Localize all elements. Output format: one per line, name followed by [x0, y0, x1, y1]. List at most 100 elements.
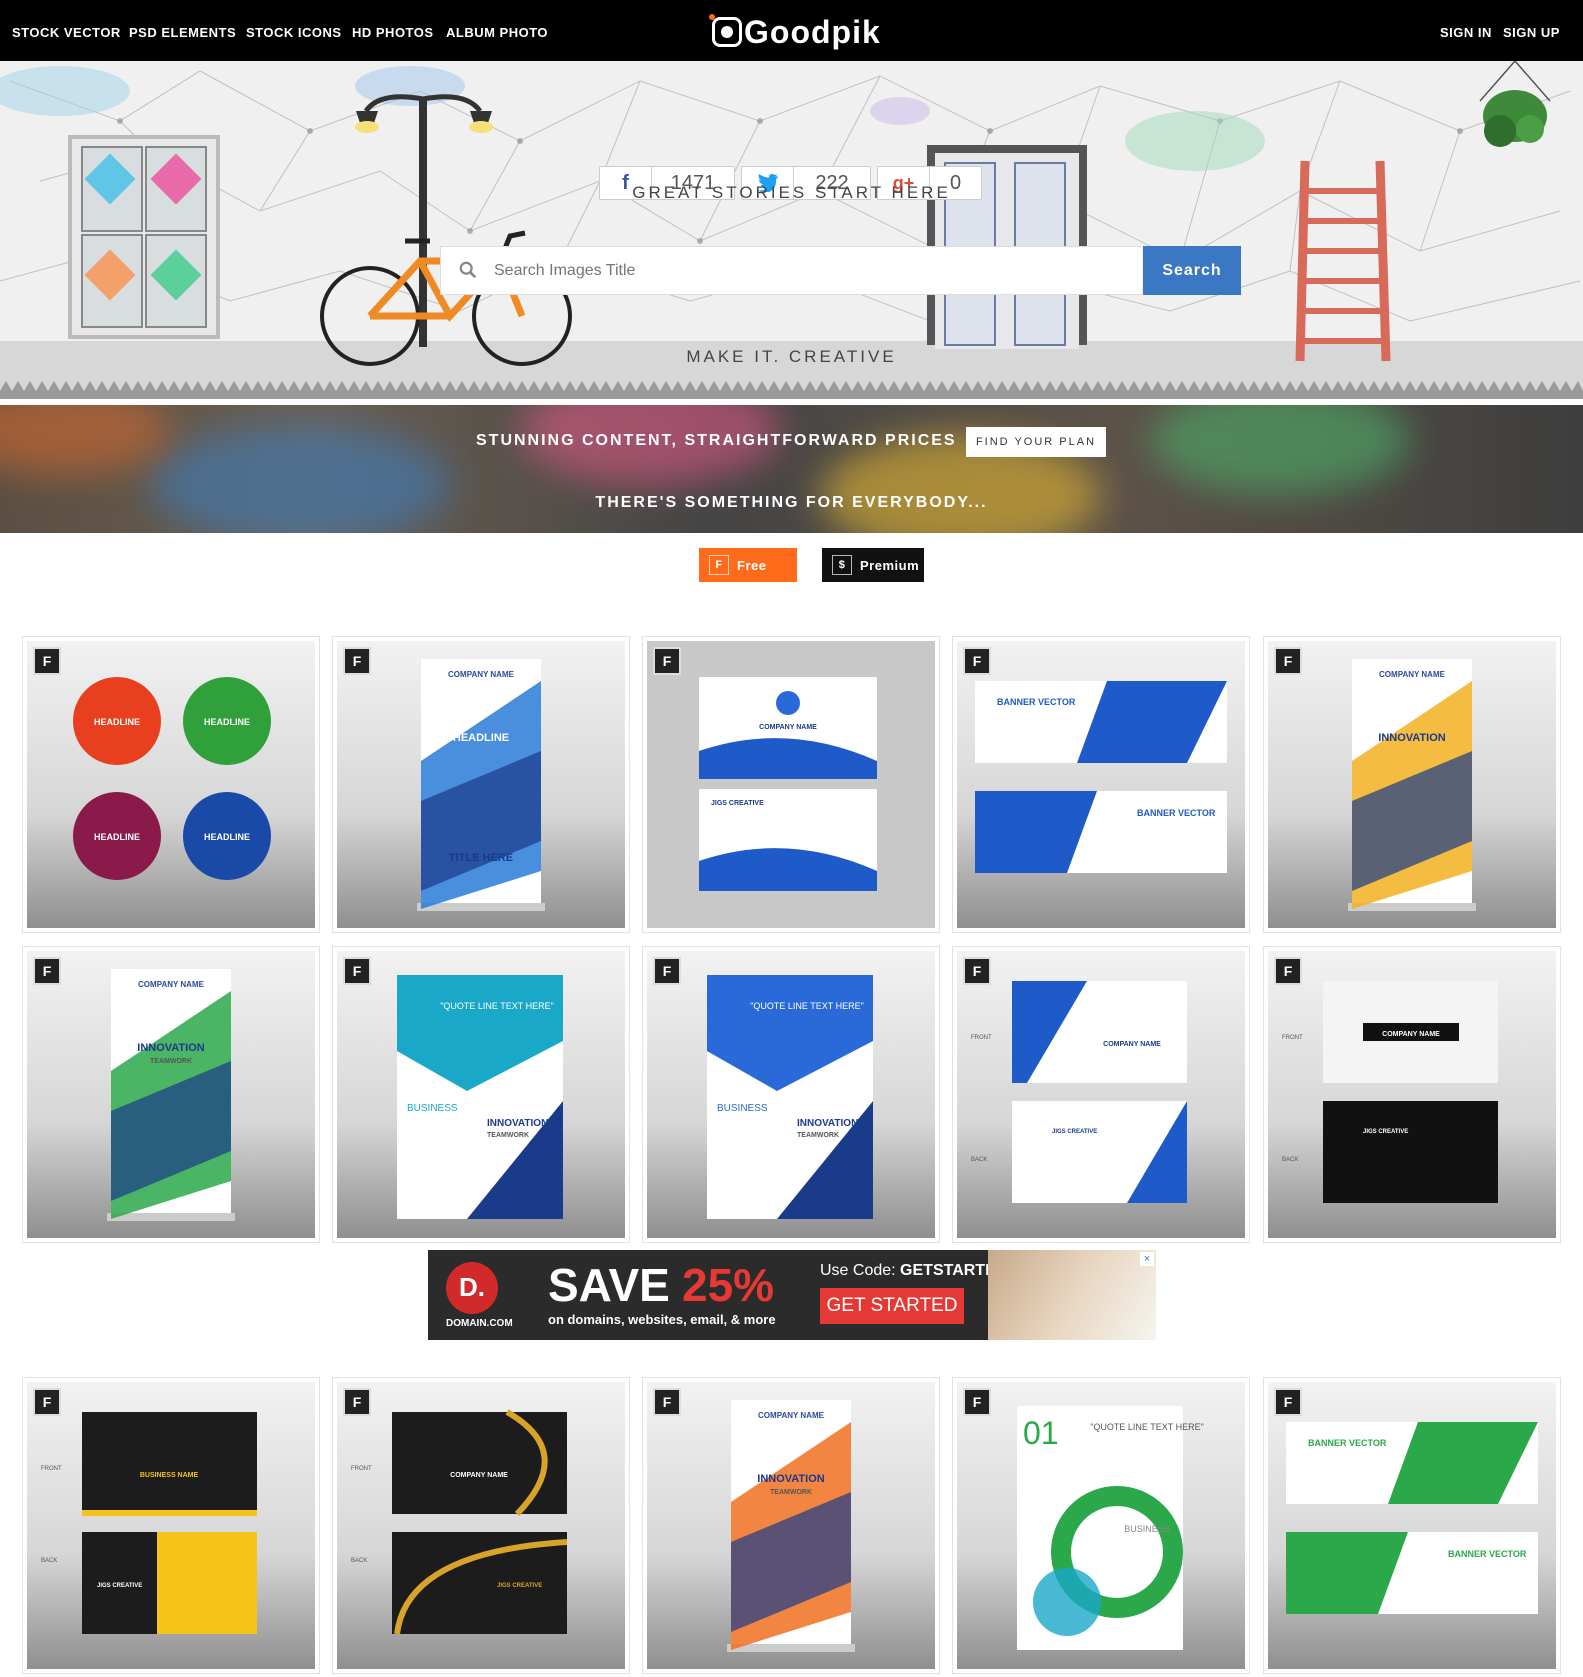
svg-text:INNOVATION: INNOVATION: [797, 1118, 858, 1129]
filter-premium-button[interactable]: $ Premium: [822, 548, 924, 582]
image-card[interactable]: "QUOTE LINE TEXT HERE" BUSINESS INNOVATION…: [642, 946, 940, 1243]
svg-text:INNOVATION: INNOVATION: [757, 1473, 824, 1485]
svg-text:COMPANY NAME: COMPANY NAME: [448, 670, 515, 679]
svg-text:HEADLINE: HEADLINE: [453, 732, 509, 744]
search-input[interactable]: [494, 247, 1134, 294]
image-thumbnail[interactable]: COMPANY NAME INNOVATION TEAMWORK: [27, 951, 315, 1238]
svg-text:TEAMWORK: TEAMWORK: [797, 1132, 839, 1139]
svg-text:FRONT: FRONT: [41, 1466, 62, 1472]
free-badge: F: [1274, 957, 1302, 985]
sign-in-link[interactable]: SIGN IN: [1440, 25, 1492, 40]
ad-close-icon[interactable]: ×: [1140, 1252, 1154, 1266]
image-thumbnail[interactable]: COMPANY NAME INNOVATION: [1268, 641, 1556, 928]
free-badge: F: [33, 1388, 61, 1416]
nav-stock-vector[interactable]: STOCK VECTOR: [12, 25, 121, 40]
free-badge: F: [709, 555, 729, 575]
search-box: [440, 246, 1142, 295]
nav-hd-photos[interactable]: HD PHOTOS: [352, 25, 434, 40]
search-icon: [459, 261, 477, 279]
image-card[interactable]: BANNER VECTOR BANNER VECTOR F: [952, 636, 1250, 933]
image-thumbnail[interactable]: COMPANY NAME JIGS CREATIVE: [647, 641, 935, 928]
image-thumbnail[interactable]: "QUOTE LINE TEXT HERE" BUSINESS INNOVATION…: [337, 951, 625, 1238]
thumbnail-artwork: COMPANY NAME INNOVATION TEAMWORK: [727, 1400, 855, 1652]
svg-text:"QUOTE LINE TEXT HERE": "QUOTE LINE TEXT HERE": [440, 1001, 554, 1011]
brand-logo[interactable]: Goodpik: [709, 12, 881, 52]
svg-text:TEAMWORK: TEAMWORK: [150, 1058, 192, 1065]
image-card[interactable]: HEADLINE HEADLINE HEADLINE HEADLINE F: [22, 636, 320, 933]
thumbnail-artwork: COMPANY NAME FRONT BACK JIGS CREATIVE: [351, 1409, 568, 1635]
svg-text:INNOVATION: INNOVATION: [1378, 732, 1445, 744]
thumbnail-artwork: "QUOTE LINE TEXT HERE" BUSINESS INNOVATION…: [397, 975, 563, 1219]
image-thumbnail[interactable]: COMPANY NAME FRONT BACK JIGS CREATIVE: [957, 951, 1245, 1238]
svg-text:COMPANY NAME: COMPANY NAME: [450, 1472, 508, 1479]
svg-text:COMPANY NAME: COMPANY NAME: [138, 980, 205, 989]
search-button[interactable]: Search: [1143, 246, 1241, 295]
image-card[interactable]: COMPANY NAME FRONT BACK JIGS CREATIVE F: [1263, 946, 1561, 1243]
image-card[interactable]: "QUOTE LINE TEXT HERE" BUSINESS INNOVATION…: [332, 946, 630, 1243]
thumbnail-artwork: BUSINESS NAME FRONT BACK JIGS CREATIVE: [41, 1412, 257, 1634]
filter-free-button[interactable]: F Free: [699, 548, 797, 582]
camera-icon: [709, 14, 742, 47]
image-thumbnail[interactable]: COMPANY NAME FRONT BACK JIGS CREATIVE: [337, 1382, 625, 1669]
svg-text:JIGS CREATIVE: JIGS CREATIVE: [1052, 1129, 1097, 1135]
svg-text:COMPANY NAME: COMPANY NAME: [758, 1411, 825, 1420]
svg-text:FRONT: FRONT: [351, 1466, 372, 1472]
svg-text:BUSINESS: BUSINESS: [1124, 1524, 1170, 1534]
image-thumbnail[interactable]: BANNER VECTOR BANNER VECTOR: [957, 641, 1245, 928]
svg-text:JIGS CREATIVE: JIGS CREATIVE: [1363, 1129, 1408, 1135]
nav-album-photo[interactable]: ALBUM PHOTO: [446, 25, 548, 40]
ad-brand: DOMAIN.COM: [446, 1318, 513, 1329]
nav-psd-elements[interactable]: PSD ELEMENTS: [129, 25, 236, 40]
image-card[interactable]: COMPANY NAME HEADLINE TITLE HERE F: [332, 636, 630, 933]
free-badge: F: [343, 957, 371, 985]
free-badge: F: [1274, 647, 1302, 675]
image-thumbnail[interactable]: HEADLINE HEADLINE HEADLINE HEADLINE: [27, 641, 315, 928]
image-thumbnail[interactable]: BUSINESS NAME FRONT BACK JIGS CREATIVE: [27, 1382, 315, 1669]
svg-text:JIGS CREATIVE: JIGS CREATIVE: [711, 800, 764, 807]
free-badge: F: [963, 1388, 991, 1416]
advertisement-banner[interactable]: DOMAIN.COM SAVE 25% on domains, websites…: [428, 1250, 1156, 1340]
image-card[interactable]: COMPANY NAME FRONT BACK JIGS CREATIVE F: [332, 1377, 630, 1674]
ad-percent: 25%: [682, 1259, 775, 1311]
promo-subline: THERE'S SOMETHING FOR EVERYBODY...: [595, 494, 988, 511]
find-plan-button[interactable]: FIND YOUR PLAN: [966, 427, 1106, 457]
image-card[interactable]: COMPANY NAME FRONT BACK JIGS CREATIVE F: [952, 946, 1250, 1243]
svg-text:BACK: BACK: [1282, 1157, 1298, 1163]
sign-up-link[interactable]: SIGN UP: [1503, 25, 1560, 40]
svg-text:BANNER VECTOR: BANNER VECTOR: [1448, 1549, 1527, 1559]
ad-code-line: Use Code: GETSTARTED: [820, 1262, 1007, 1280]
image-card[interactable]: 01 "QUOTE LINE TEXT HERE" BUSINESS F: [952, 1377, 1250, 1674]
image-card[interactable]: COMPANY NAME INNOVATION TEAMWORK F: [642, 1377, 940, 1674]
svg-text:"QUOTE LINE TEXT HERE": "QUOTE LINE TEXT HERE": [750, 1001, 864, 1011]
thumbnail-artwork: COMPANY NAME FRONT BACK JIGS CREATIVE: [971, 981, 1187, 1203]
image-card[interactable]: BUSINESS NAME FRONT BACK JIGS CREATIVE F: [22, 1377, 320, 1674]
svg-text:BUSINESS: BUSINESS: [717, 1103, 768, 1114]
ad-get-started-button[interactable]: GET STARTED: [820, 1288, 964, 1324]
svg-text:BUSINESS NAME: BUSINESS NAME: [140, 1472, 199, 1479]
svg-text:BANNER VECTOR: BANNER VECTOR: [1308, 1438, 1387, 1448]
svg-text:"QUOTE LINE TEXT HERE": "QUOTE LINE TEXT HERE": [1090, 1422, 1204, 1432]
free-badge: F: [653, 957, 681, 985]
image-card[interactable]: COMPANY NAME JIGS CREATIVE F: [642, 636, 940, 933]
svg-text:HEADLINE: HEADLINE: [204, 717, 250, 727]
svg-text:INNOVATION: INNOVATION: [137, 1042, 204, 1054]
domain-logo-icon: [446, 1262, 498, 1314]
image-thumbnail[interactable]: BANNER VECTOR BANNER VECTOR: [1268, 1382, 1556, 1669]
image-thumbnail[interactable]: "QUOTE LINE TEXT HERE" BUSINESS INNOVATION…: [647, 951, 935, 1238]
svg-text:TEAMWORK: TEAMWORK: [770, 1489, 812, 1496]
ad-photo: [988, 1250, 1156, 1340]
image-thumbnail[interactable]: 01 "QUOTE LINE TEXT HERE" BUSINESS: [957, 1382, 1245, 1669]
svg-text:01: 01: [1023, 1415, 1059, 1451]
image-card[interactable]: COMPANY NAME INNOVATION F: [1263, 636, 1561, 933]
svg-text:JIGS CREATIVE: JIGS CREATIVE: [97, 1583, 142, 1589]
thumbnail-artwork: COMPANY NAME FRONT BACK JIGS CREATIVE: [1282, 981, 1498, 1203]
image-thumbnail[interactable]: COMPANY NAME HEADLINE TITLE HERE: [337, 641, 625, 928]
free-badge: F: [343, 647, 371, 675]
image-thumbnail[interactable]: COMPANY NAME FRONT BACK JIGS CREATIVE: [1268, 951, 1556, 1238]
image-thumbnail[interactable]: COMPANY NAME INNOVATION TEAMWORK: [647, 1382, 935, 1669]
hero-section: f 1471 222 g+ 0 GREAT STORIES START HERE…: [0, 61, 1583, 399]
nav-stock-icons[interactable]: STOCK ICONS: [246, 25, 342, 40]
svg-text:INNOVATION: INNOVATION: [487, 1118, 548, 1129]
image-card[interactable]: BANNER VECTOR BANNER VECTOR F: [1263, 1377, 1561, 1674]
image-card[interactable]: COMPANY NAME INNOVATION TEAMWORK F: [22, 946, 320, 1243]
